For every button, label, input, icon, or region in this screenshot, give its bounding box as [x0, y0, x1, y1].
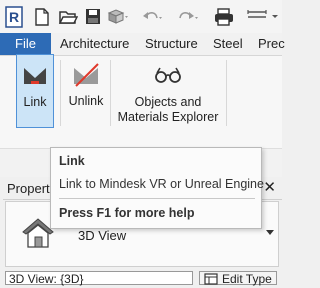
- unlink-button[interactable]: Unlink: [66, 56, 106, 128]
- tooltip-description: Link to Mindesk VR or Unreal Engine: [59, 177, 264, 191]
- objects-materials-explorer-button[interactable]: Objects and Materials Explorer: [116, 56, 220, 128]
- ribbon-panel: Link Unlink Objects and Materials Explor…: [0, 54, 282, 148]
- revit-logo-icon[interactable]: R: [5, 6, 25, 28]
- ribbon-tab-bar: File Architecture Structure Steel Prec: [0, 33, 285, 56]
- objects-button-label-line2: Materials Explorer: [117, 110, 219, 124]
- quick-access-toolbar: R: [0, 0, 282, 33]
- edit-type-label: Edit Type: [222, 272, 272, 286]
- sync-icon[interactable]: [106, 7, 130, 27]
- tooltip-divider: [59, 198, 255, 199]
- type-name: 3D View: [78, 228, 127, 243]
- print-icon[interactable]: [213, 7, 235, 27]
- link-button[interactable]: Link: [16, 54, 54, 128]
- tab-architecture[interactable]: Architecture: [60, 33, 129, 55]
- ribbon-separator: [110, 60, 111, 126]
- ribbon-separator: [226, 60, 227, 126]
- link-icon: [22, 64, 48, 91]
- tab-file[interactable]: File: [0, 33, 51, 55]
- open-folder-icon[interactable]: [58, 7, 78, 27]
- tab-precast[interactable]: Prec: [258, 33, 285, 55]
- undo-icon[interactable]: [140, 7, 164, 27]
- measure-icon[interactable]: [246, 7, 280, 27]
- save-icon[interactable]: [84, 7, 102, 27]
- chevron-down-icon[interactable]: [266, 230, 274, 235]
- svg-text:R: R: [9, 9, 19, 25]
- unlink-icon: [72, 62, 100, 91]
- edit-type-button[interactable]: Edit Type: [199, 271, 277, 288]
- tab-steel[interactable]: Steel: [213, 33, 243, 55]
- link-button-label: Link: [23, 95, 47, 109]
- objects-button-label-line1: Objects and: [134, 95, 202, 109]
- tooltip-title: Link: [59, 154, 85, 168]
- redo-icon[interactable]: [176, 7, 200, 27]
- instance-selector[interactable]: 3D View: {3D}: [5, 271, 193, 286]
- new-file-icon[interactable]: [34, 7, 50, 27]
- properties-filter-row: 3D View: {3D} Edit Type: [5, 271, 282, 288]
- tab-structure[interactable]: Structure: [145, 33, 198, 55]
- glasses-icon: [154, 66, 182, 87]
- tooltip-help: Press F1 for more help: [59, 206, 195, 220]
- close-icon[interactable]: ✕: [263, 178, 276, 196]
- ribbon-separator: [60, 60, 61, 126]
- link-tooltip: Link Link to Mindesk VR or Unreal Engine…: [50, 147, 264, 229]
- unlink-button-label: Unlink: [68, 94, 104, 108]
- edit-type-icon: [204, 273, 218, 288]
